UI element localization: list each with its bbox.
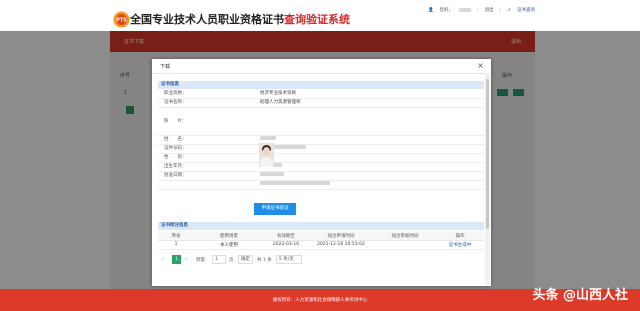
name-redacted: [260, 136, 276, 142]
goto-confirm-button[interactable]: 确定: [238, 255, 253, 264]
user-greeting: 您好，: [439, 8, 454, 13]
modal-header: 下载 ×: [152, 59, 491, 74]
separator: |: [477, 7, 479, 13]
th-op: 操作: [455, 234, 465, 239]
cert-query-icon: ⇗: [507, 7, 511, 13]
modal-title: 下载: [160, 64, 171, 70]
watermark: 头条 @山西人社: [532, 288, 628, 303]
th-apply-time: 加注申请时间: [327, 234, 355, 239]
cert-generating-link[interactable]: 证书生成中: [442, 242, 478, 248]
info-label: 出生年月：: [164, 164, 187, 169]
user-icon: 👤: [428, 7, 434, 13]
goto-page-input[interactable]: 1: [212, 255, 226, 264]
pagination: ‹ 1 › 到第 1 页 确定 共 1 条 5 条/页: [158, 255, 484, 265]
top-links: 👤 您好， | 退出 | ⇗ 证书查询: [428, 7, 535, 14]
site-header: PTS 全国专业技术人员职业资格证书查询验证系统 👤 您好， | 退出 | ⇗ …: [0, 0, 640, 31]
info-label: 批准日期：: [164, 173, 187, 178]
cert-info-section-title: 证书信息: [158, 81, 484, 89]
site-title-main: 全国专业技术人员职业资格证书: [130, 13, 284, 26]
cell-apply-time: 2021-12-16 10:53:02: [317, 242, 365, 247]
approval-date-redacted: [260, 172, 284, 178]
site-title: 全国专业技术人员职业资格证书查询验证系统: [130, 11, 350, 27]
apply-verify-button[interactable]: 申请证书验证: [254, 203, 296, 215]
th-seq: 序号: [171, 234, 181, 239]
th-scene: 使用场景: [220, 234, 238, 239]
info-label: 职业资格：: [164, 91, 187, 96]
site-title-red: 查询验证系统: [284, 13, 350, 26]
total-count: 共 1 条: [257, 258, 272, 263]
certificate-photo: [259, 143, 274, 167]
info-label: 证件号码：: [164, 146, 187, 151]
issuer-redacted: [260, 181, 330, 187]
page-button-active[interactable]: 1: [172, 255, 181, 264]
th-review-time: 加注审核时间: [391, 234, 419, 239]
table-row: 1 本人使用 2022-03-16 2021-12-16 10:53:02 证书…: [158, 240, 484, 250]
per-page-select[interactable]: 5 条/页: [276, 255, 302, 264]
prev-page-icon[interactable]: ‹: [162, 257, 164, 262]
cell-valid: 2022-03-16: [272, 242, 300, 247]
info-label: 性 别：: [164, 155, 187, 160]
download-modal: 下载 × 证书信息 职业资格： 经济专业技术资格 证书名称： 助理人力资源管理师…: [152, 59, 491, 286]
info-value: 经济专业技术资格: [260, 91, 296, 96]
modal-scrollbar-thumb[interactable]: [486, 79, 489, 229]
user-name-redacted: [459, 8, 472, 12]
logo-text: PTS: [116, 18, 127, 24]
info-row-photo: 照 片：: [158, 107, 484, 136]
th-valid: 有效期至: [277, 234, 295, 239]
page-unit-label: 页: [229, 258, 234, 263]
info-row: [158, 180, 484, 190]
cell-seq: 1: [174, 242, 178, 247]
cert-query-link[interactable]: 证书查询: [517, 7, 535, 13]
close-icon[interactable]: ×: [477, 61, 484, 70]
info-value: 助理人力资源管理师: [260, 100, 301, 105]
separator: |: [499, 7, 502, 13]
next-page-icon[interactable]: ›: [185, 257, 187, 262]
cell-scene: 本人使用: [220, 243, 238, 248]
info-label: 姓 名：: [164, 137, 187, 142]
info-label: 证书名称：: [164, 100, 187, 105]
pts-logo: PTS: [113, 11, 130, 28]
cert-note-section-title: 证书附注信息: [158, 222, 484, 230]
goto-label: 到第: [196, 258, 205, 263]
info-label: 照 片：: [164, 119, 187, 124]
logout-link[interactable]: 退出: [485, 7, 494, 13]
